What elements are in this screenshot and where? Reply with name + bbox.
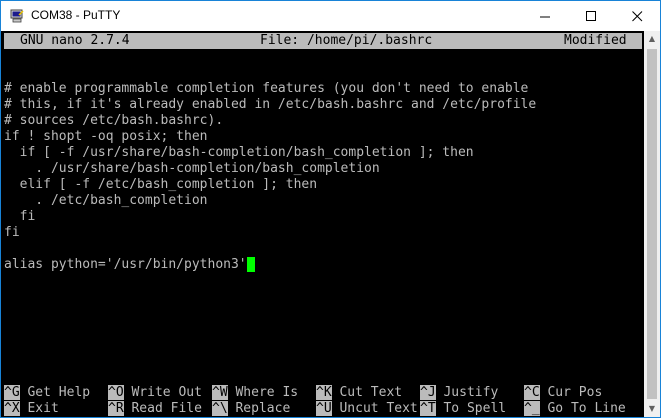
shortcut-label: Read File bbox=[131, 401, 202, 416]
close-button[interactable] bbox=[614, 1, 660, 31]
scroll-down-arrow-icon[interactable]: ▼ bbox=[644, 401, 660, 417]
shortcut-label: Write Out bbox=[131, 385, 202, 400]
shortcut-label: Uncut Text bbox=[339, 401, 418, 416]
shortcut-go-to-line[interactable]: ^_ Go To Line bbox=[524, 401, 626, 417]
minimize-icon bbox=[539, 16, 550, 17]
shortcut-key: ^J bbox=[420, 385, 436, 400]
shortcut-to-spell[interactable]: ^T To Spell bbox=[420, 401, 506, 417]
editor-line: # enable programmable completion feature… bbox=[4, 81, 529, 96]
shortcut-cut-text[interactable]: ^K Cut Text bbox=[316, 385, 402, 401]
title-bar[interactable]: COM38 - PuTTY bbox=[1, 1, 660, 31]
shortcut-get-help[interactable]: ^G Get Help bbox=[4, 385, 90, 401]
editor-line: alias python='/usr/bin/python3' bbox=[4, 257, 247, 272]
shortcut-cur-pos[interactable]: ^C Cur Pos bbox=[524, 385, 602, 401]
shortcut-justify[interactable]: ^J Justify bbox=[420, 385, 498, 401]
putty-window: COM38 - PuTTY GNU nano 2.7.4 File: /home… bbox=[0, 0, 661, 418]
shortcut-key: ^C bbox=[524, 385, 540, 400]
shortcut-label: Cur Pos bbox=[547, 385, 603, 400]
shortcut-key: ^T bbox=[420, 401, 436, 416]
nano-version: GNU nano 2.7.4 bbox=[20, 33, 130, 48]
shortcut-key: ^R bbox=[108, 401, 124, 416]
shortcut-key: ^X bbox=[4, 401, 20, 416]
shortcut-label: Get Help bbox=[27, 385, 91, 400]
shortcut-key: ^O bbox=[108, 385, 124, 400]
minimize-button[interactable] bbox=[522, 1, 568, 31]
shortcut-replace[interactable]: ^\ Replace bbox=[212, 401, 290, 417]
editor-line: fi bbox=[4, 225, 20, 240]
scrollbar-thumb[interactable] bbox=[647, 49, 657, 399]
shortcut-read-file[interactable]: ^R Read File bbox=[108, 401, 202, 417]
maximize-icon bbox=[585, 10, 596, 21]
putty-icon bbox=[10, 9, 24, 23]
nano-header: GNU nano 2.7.4 File: /home/pi/.bashrc Mo… bbox=[4, 33, 642, 49]
nano-status: Modified bbox=[564, 33, 627, 48]
scroll-up-arrow-icon[interactable]: ▲ bbox=[644, 31, 660, 47]
editor-line: # sources /etc/bash.bashrc). bbox=[4, 113, 224, 128]
shortcut-key: ^_ bbox=[524, 401, 540, 416]
editor-line: fi bbox=[4, 209, 36, 224]
shortcut-label: Cut Text bbox=[339, 385, 403, 400]
maximize-button[interactable] bbox=[568, 1, 614, 31]
shortcut-label: Replace bbox=[235, 401, 291, 416]
editor-line: . /usr/share/bash-completion/bash_comple… bbox=[4, 161, 380, 176]
editor-line: elif [ -f /etc/bash_completion ]; then bbox=[4, 177, 318, 192]
shortcut-exit[interactable]: ^X Exit bbox=[4, 401, 59, 417]
shortcut-key: ^U bbox=[316, 401, 332, 416]
shortcut-label: Justify bbox=[443, 385, 499, 400]
shortcut-key: ^G bbox=[4, 385, 20, 400]
shortcut-write-out[interactable]: ^O Write Out bbox=[108, 385, 202, 401]
close-icon bbox=[631, 10, 642, 21]
shortcut-where-is[interactable]: ^W Where Is bbox=[212, 385, 298, 401]
editor-line: . /etc/bash_completion bbox=[4, 193, 208, 208]
shortcut-label: To Spell bbox=[443, 401, 507, 416]
shortcut-uncut-text[interactable]: ^U Uncut Text bbox=[316, 401, 418, 417]
terminal-area[interactable]: GNU nano 2.7.4 File: /home/pi/.bashrc Mo… bbox=[2, 31, 644, 417]
shortcut-key: ^\ bbox=[212, 401, 228, 416]
editor-line: # this, if it's already enabled in /etc/… bbox=[4, 97, 537, 112]
editor-line: if [ -f /usr/share/bash-completion/bash_… bbox=[4, 145, 474, 160]
shortcut-label: Go To Line bbox=[547, 401, 626, 416]
window-title: COM38 - PuTTY bbox=[31, 8, 121, 22]
shortcut-label: Where Is bbox=[235, 385, 299, 400]
shortcut-label: Exit bbox=[27, 401, 59, 416]
nano-filename: File: /home/pi/.bashrc bbox=[260, 33, 433, 48]
shortcut-key: ^K bbox=[316, 385, 332, 400]
shortcut-key: ^W bbox=[212, 385, 228, 400]
editor-line-cursor-row: alias python='/usr/bin/python3' bbox=[4, 257, 255, 273]
editor-line: if ! shopt -oq posix; then bbox=[4, 129, 208, 144]
vertical-scrollbar[interactable]: ▲ ▼ bbox=[644, 31, 660, 417]
text-cursor bbox=[246, 257, 255, 272]
